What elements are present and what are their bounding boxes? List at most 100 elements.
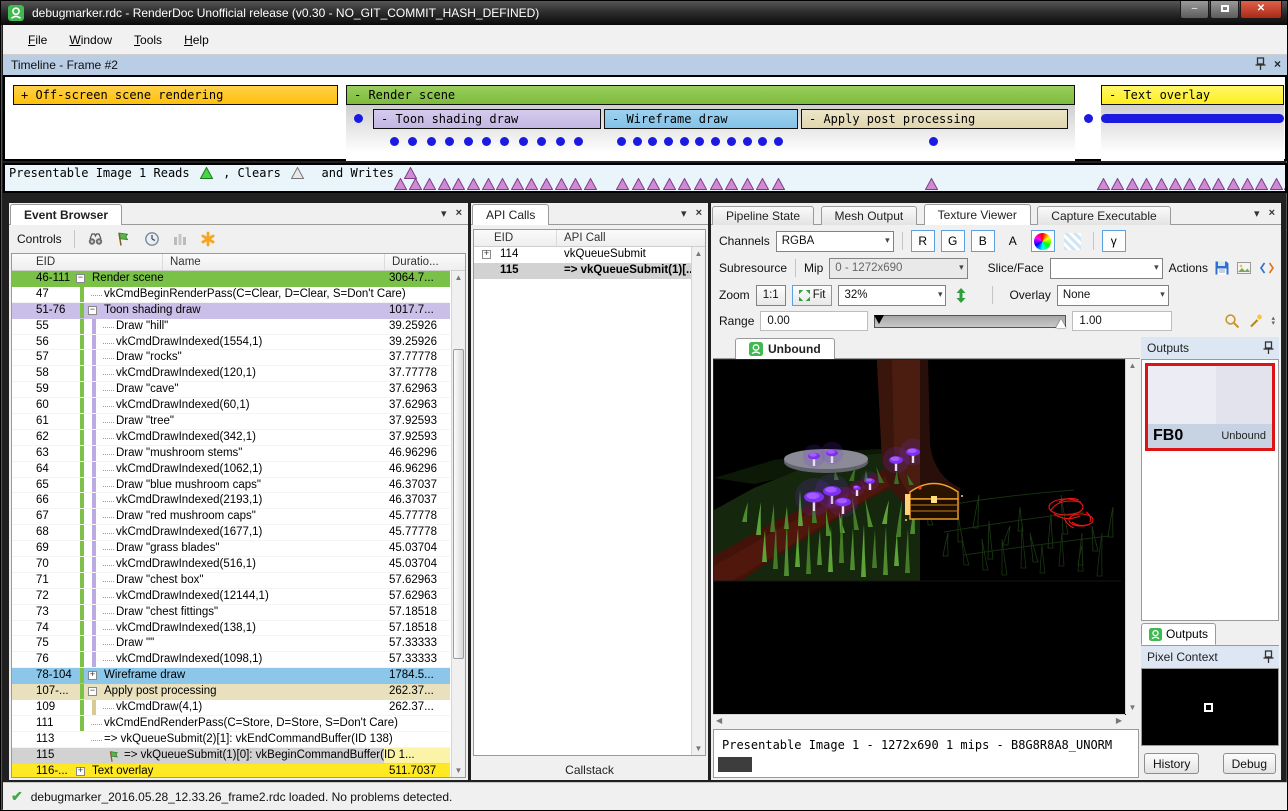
- api-calls-scrollbar[interactable]: ▲ ▼: [691, 247, 705, 755]
- checkerboard-button[interactable]: [1061, 230, 1085, 252]
- channels-select[interactable]: RGBA: [776, 231, 894, 252]
- image-write-marker[interactable]: [694, 178, 707, 190]
- image-write-marker[interactable]: [1270, 178, 1283, 190]
- draw-event-dot[interactable]: [574, 137, 583, 146]
- tab-pipeline-state[interactable]: Pipeline State: [712, 206, 814, 225]
- callstack-label[interactable]: Callstack: [471, 763, 708, 777]
- expand-toggle[interactable]: +: [482, 250, 491, 259]
- image-write-marker[interactable]: [423, 178, 436, 190]
- tab-api-calls[interactable]: API Calls: [472, 204, 549, 225]
- image-write-marker[interactable]: [1140, 178, 1153, 190]
- event-row-74[interactable]: 74vkCmdDrawIndexed(138,1)57.18518: [12, 621, 450, 637]
- flip-vertical-icon[interactable]: [952, 286, 970, 304]
- image-write-marker[interactable]: [467, 178, 480, 190]
- title-bar[interactable]: debugmarker.rdc - RenderDoc Unofficial r…: [1, 1, 1287, 25]
- range-max-field[interactable]: 1.00: [1072, 311, 1172, 331]
- event-row-60[interactable]: 60vkCmdDrawIndexed(60,1)37.62963: [12, 398, 450, 414]
- image-write-marker[interactable]: [1255, 178, 1268, 190]
- draw-event-dot[interactable]: [727, 137, 736, 146]
- image-write-marker[interactable]: [496, 178, 509, 190]
- image-write-marker[interactable]: [1111, 178, 1124, 190]
- draw-event-dot[interactable]: [427, 137, 436, 146]
- menu-item-tools[interactable]: Tools: [123, 29, 173, 51]
- timeline-resource-usage-strip[interactable]: Presentable Image 1 Reads , Clears and W…: [3, 163, 1287, 193]
- draw-event-dot[interactable]: [648, 137, 657, 146]
- collapse-toggle[interactable]: −: [88, 687, 97, 696]
- history-button[interactable]: History: [1144, 753, 1199, 774]
- event-row-111[interactable]: 111vkCmdEndRenderPass(C=Store, D=Store, …: [12, 716, 450, 732]
- tab-capture-executable[interactable]: Capture Executable: [1037, 206, 1170, 225]
- draw-event-dot[interactable]: [408, 137, 417, 146]
- event-row-109[interactable]: 109vkCmdDraw(4,1)262.37...: [12, 700, 450, 716]
- event-row-47[interactable]: 47vkCmdBeginRenderPass(C=Clear, D=Clear,…: [12, 287, 450, 303]
- channel-red-button[interactable]: R: [911, 230, 935, 252]
- tab-event-browser[interactable]: Event Browser: [10, 204, 122, 225]
- star-filter-icon[interactable]: [199, 230, 217, 248]
- overlay-select[interactable]: None: [1057, 285, 1169, 306]
- image-write-marker[interactable]: [482, 178, 495, 190]
- channel-green-button[interactable]: G: [941, 230, 965, 252]
- api-call-row-114[interactable]: +114vkQueueSubmit: [474, 247, 691, 263]
- event-row-67[interactable]: 67Draw "red mushroom caps"45.77778: [12, 509, 450, 525]
- timeline-bar-post-processing[interactable]: - Apply post processing: [801, 109, 1068, 129]
- slice-face-select[interactable]: [1050, 258, 1163, 279]
- event-row-72[interactable]: 72vkCmdDrawIndexed(12144,1)57.62963: [12, 589, 450, 605]
- pin-icon[interactable]: [1263, 341, 1274, 355]
- range-min-field[interactable]: 0.00: [760, 311, 868, 331]
- range-slider[interactable]: [874, 315, 1066, 328]
- draw-event-dot[interactable]: [519, 137, 528, 146]
- draw-event-dot[interactable]: [556, 137, 565, 146]
- event-row-71[interactable]: 71Draw "chest box"57.62963: [12, 573, 450, 589]
- event-row-62[interactable]: 62vkCmdDrawIndexed(342,1)37.92593: [12, 430, 450, 446]
- image-write-marker[interactable]: [647, 178, 660, 190]
- event-row-66[interactable]: 66vkCmdDrawIndexed(2193,1)46.37037: [12, 493, 450, 509]
- image-write-marker[interactable]: [584, 178, 597, 190]
- image-write-marker[interactable]: [409, 178, 422, 190]
- image-write-marker[interactable]: [540, 178, 553, 190]
- close-panel-icon[interactable]: ×: [1274, 57, 1281, 71]
- draw-event-dot[interactable]: [537, 137, 546, 146]
- timeline-bar-wireframe[interactable]: - Wireframe draw: [604, 109, 798, 129]
- event-row-76[interactable]: 76vkCmdDrawIndexed(1098,1)57.33333: [12, 652, 450, 668]
- close-panel-icon[interactable]: ×: [696, 207, 702, 220]
- event-row-113[interactable]: 113=> vkQueueSubmit(2)[1]: vkEndCommandB…: [12, 732, 450, 748]
- event-row-75[interactable]: 75Draw ""57.33333: [12, 636, 450, 652]
- image-write-marker[interactable]: [1227, 178, 1240, 190]
- range-white-handle[interactable]: [1056, 319, 1066, 328]
- maximize-button[interactable]: [1210, 1, 1239, 19]
- channel-alpha-button[interactable]: A: [1001, 230, 1025, 252]
- text-overlay-draw-span[interactable]: [1101, 114, 1284, 123]
- event-row-116-...[interactable]: 116-...+Text overlay511.7037: [12, 764, 450, 777]
- event-row-64[interactable]: 64vkCmdDrawIndexed(1062,1)46.96296: [12, 462, 450, 478]
- image-write-marker[interactable]: [663, 178, 676, 190]
- draw-event-dot[interactable]: [633, 137, 642, 146]
- time-durations-icon[interactable]: [143, 230, 161, 248]
- panel-menu-icon[interactable]: ▾: [1254, 207, 1260, 220]
- timeline-panel-header[interactable]: Timeline - Frame #2 ×: [3, 55, 1287, 75]
- image-write-marker[interactable]: [394, 178, 407, 190]
- expand-toggle[interactable]: +: [88, 671, 97, 680]
- menu-item-window[interactable]: Window: [58, 29, 123, 51]
- event-table-header[interactable]: EID Name Duratio...: [12, 254, 465, 271]
- image-write-marker[interactable]: [1198, 178, 1211, 190]
- tab-unbound-texture[interactable]: Unbound: [735, 338, 835, 359]
- pin-icon[interactable]: [1263, 650, 1274, 664]
- event-row-115[interactable]: 115=> vkQueueSubmit(1)[0]: vkBeginComman…: [12, 748, 450, 764]
- image-write-marker[interactable]: [1097, 178, 1110, 190]
- collapse-toggle[interactable]: −: [88, 306, 97, 315]
- image-write-marker[interactable]: [1169, 178, 1182, 190]
- tab-texture-viewer[interactable]: Texture Viewer: [924, 204, 1031, 225]
- menu-item-file[interactable]: File: [17, 29, 58, 51]
- draw-event-dot[interactable]: [774, 137, 783, 146]
- draw-event-dot[interactable]: [711, 137, 720, 146]
- image-write-marker[interactable]: [1155, 178, 1168, 190]
- timeline-canvas[interactable]: + Off-screen scene rendering - Render sc…: [3, 75, 1287, 161]
- event-row-51-76[interactable]: 51-76−Toon shading draw1017.7...: [12, 303, 450, 319]
- timeline-bar-offscreen[interactable]: + Off-screen scene rendering: [13, 85, 338, 105]
- find-event-icon[interactable]: [87, 230, 105, 248]
- image-write-marker[interactable]: [452, 178, 465, 190]
- texture-display[interactable]: [713, 359, 1125, 714]
- draw-event-dot[interactable]: [464, 137, 473, 146]
- image-write-marker[interactable]: [632, 178, 645, 190]
- save-image-icon[interactable]: [1236, 259, 1252, 277]
